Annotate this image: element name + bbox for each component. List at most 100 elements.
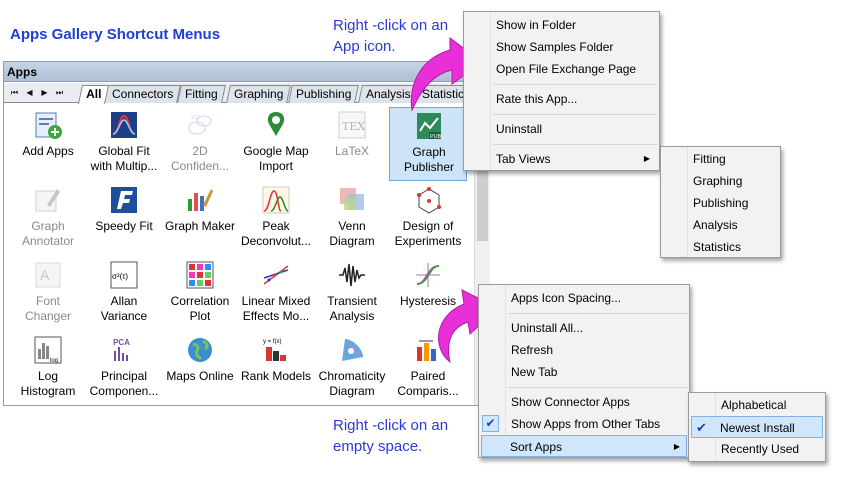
app-label-line-2: Annotator	[21, 234, 75, 248]
tab-connectors[interactable]: Connectors	[104, 85, 182, 103]
app-item[interactable]: A Font Changer	[9, 257, 87, 331]
last-tab-icon[interactable]: ⏭	[54, 86, 65, 99]
submenu-item-graphing[interactable]: Graphing	[691, 170, 779, 192]
app-item[interactable]: σ²(τ) Allan Variance	[85, 257, 163, 331]
app-label: Rank Models	[237, 369, 315, 384]
app-label-line-2: Diagram	[329, 234, 375, 248]
menu-item-new-tab[interactable]: New Tab	[509, 361, 685, 383]
font-changer-icon: A	[35, 262, 61, 288]
submenu-item-publishing[interactable]: Publishing	[691, 192, 779, 214]
submenu-item-analysis[interactable]: Analysis	[691, 214, 779, 236]
app-label-line-1: Design of	[402, 219, 454, 233]
app-item[interactable]: 2D 2D Confiden...	[161, 107, 239, 181]
menu-item-icon-spacing[interactable]: Apps Icon Spacing...	[509, 287, 685, 309]
app-item[interactable]: Add Apps	[9, 107, 87, 181]
menu-separator	[508, 387, 688, 388]
menu-item-tab-views[interactable]: Tab Views ▶	[494, 148, 656, 170]
app-label-line-1: Font	[35, 294, 60, 308]
svg-text:TEX: TEX	[342, 120, 365, 133]
menu-item-show-connector-apps[interactable]: Show Connector Apps	[509, 391, 685, 413]
app-label: Google Map Import	[237, 144, 315, 174]
menu-item-show-samples-folder[interactable]: Show Samples Folder	[494, 36, 654, 58]
menu-item-rate-app[interactable]: Rate this App...	[494, 88, 654, 110]
graph-maker-icon	[188, 189, 213, 211]
page-title: Apps Gallery Shortcut Menus	[10, 26, 221, 43]
svg-text:log: log	[50, 358, 58, 364]
menu-separator	[493, 114, 657, 115]
app-label: Maps Online	[161, 369, 239, 384]
app-item[interactable]: Maps Online	[161, 332, 239, 405]
menu-gutter	[464, 12, 491, 170]
app-label-line-1: Paired	[410, 369, 446, 383]
tab-fitting[interactable]: Fitting	[177, 85, 226, 103]
app-label-line-1: Global Fit	[98, 144, 150, 158]
app-label-line-1: Google Map	[243, 144, 309, 158]
app-label-line-1: Transient	[327, 294, 377, 308]
menu-item-show-apps-other-tabs[interactable]: Show Apps from Other Tabs	[509, 413, 685, 435]
app-label: Log Histogram	[9, 369, 87, 399]
menu-item-uninstall[interactable]: Uninstall	[494, 118, 654, 140]
app-label: Chromaticity Diagram	[313, 369, 391, 399]
app-item[interactable]: Venn Diagram	[313, 182, 391, 256]
app-label: Speedy Fit	[85, 219, 163, 234]
svg-text:PUB: PUB	[430, 134, 442, 140]
app-label: Transient Analysis	[313, 294, 391, 324]
menu-item-uninstall-all[interactable]: Uninstall All...	[509, 317, 685, 339]
app-label-line-1: Speedy Fit	[95, 219, 153, 233]
peak-deconvolution-icon	[262, 186, 290, 214]
apps-grid[interactable]: Add Apps Global Fit with Multip... 2D 2D Conf…	[4, 104, 473, 405]
app-label-line-2: Deconvolut...	[240, 234, 312, 248]
app-item[interactable]: PCA Principal Componen...	[85, 332, 163, 405]
submenu-item-recently-used[interactable]: Recently Used	[719, 438, 823, 460]
allan-variance-icon: σ²(τ)	[110, 261, 138, 289]
submenu-item-statistics[interactable]: Statistics	[691, 236, 779, 258]
tab-publishing[interactable]: Publishing	[288, 85, 360, 103]
app-item[interactable]: Correlation Plot	[161, 257, 239, 331]
menu-item-open-file-exchange[interactable]: Open File Exchange Page	[494, 58, 654, 80]
app-label-line-1: Graph Maker	[164, 219, 236, 233]
tab-all[interactable]: All	[77, 85, 110, 104]
submenu-item-newest-install[interactable]: ✔ Newest Install	[691, 416, 823, 438]
app-item[interactable]: log Log Histogram	[9, 332, 87, 405]
app-label-line-1: Principal	[100, 369, 148, 383]
app-item[interactable]: Graph Maker	[161, 182, 239, 256]
menu-separator	[493, 84, 657, 85]
app-label-line-1: Add Apps	[22, 144, 74, 158]
app-item[interactable]: PUB Graph Publisher	[389, 107, 467, 181]
tab-views-submenu: Fitting Graphing Publishing Analysis Sta…	[660, 146, 781, 258]
app-item[interactable]: Speedy Fit	[85, 182, 163, 256]
app-label-line-1: Correlation	[170, 294, 230, 308]
app-item[interactable]: TEX LaTeX	[313, 107, 391, 181]
app-item[interactable]: Graph Annotator	[9, 182, 87, 256]
callout-line-1: Right -click on an	[333, 417, 449, 434]
app-item[interactable]: Transient Analysis	[313, 257, 391, 331]
app-label-line-2: Confiden...	[170, 159, 230, 173]
app-label-line-1: Maps Online	[166, 369, 234, 383]
app-item[interactable]: Design of Experiments	[389, 182, 467, 256]
linear-mixed-icon	[263, 265, 289, 285]
prev-tab-icon[interactable]: ◀	[24, 86, 35, 99]
global-fit-icon	[111, 112, 137, 138]
app-context-menu: Show in Folder Show Samples Folder Open …	[463, 11, 660, 171]
app-item[interactable]: Global Fit with Multip...	[85, 107, 163, 181]
next-tab-icon[interactable]: ▶	[39, 86, 50, 99]
app-label: LaTeX	[313, 144, 391, 159]
checkmark-icon: ✔	[696, 420, 707, 435]
menu-item-show-in-folder[interactable]: Show in Folder	[494, 14, 654, 36]
first-tab-icon[interactable]: ⏮	[9, 86, 20, 99]
tab-graphing[interactable]: Graphing	[226, 85, 292, 103]
app-item[interactable]: y = f(x) Rank Models	[237, 332, 315, 405]
checkmark-icon: ✔	[482, 415, 499, 432]
submenu-item-fitting[interactable]: Fitting	[691, 148, 779, 170]
menu-item-refresh[interactable]: Refresh	[509, 339, 685, 361]
menu-item-sort-apps[interactable]: Sort Apps ▶	[481, 435, 687, 457]
app-item[interactable]: Chromaticity Diagram	[313, 332, 391, 405]
rank-models-icon: y = f(x)	[263, 339, 286, 361]
app-item[interactable]: Peak Deconvolut...	[237, 182, 315, 256]
app-item[interactable]: Linear Mixed Effects Mo...	[237, 257, 315, 331]
app-label-line-1: LaTeX	[334, 144, 370, 158]
app-label: Principal Componen...	[85, 369, 163, 399]
svg-text:2D: 2D	[191, 115, 199, 121]
submenu-item-alphabetical[interactable]: Alphabetical	[719, 394, 823, 416]
app-item[interactable]: Google Map Import	[237, 107, 315, 181]
